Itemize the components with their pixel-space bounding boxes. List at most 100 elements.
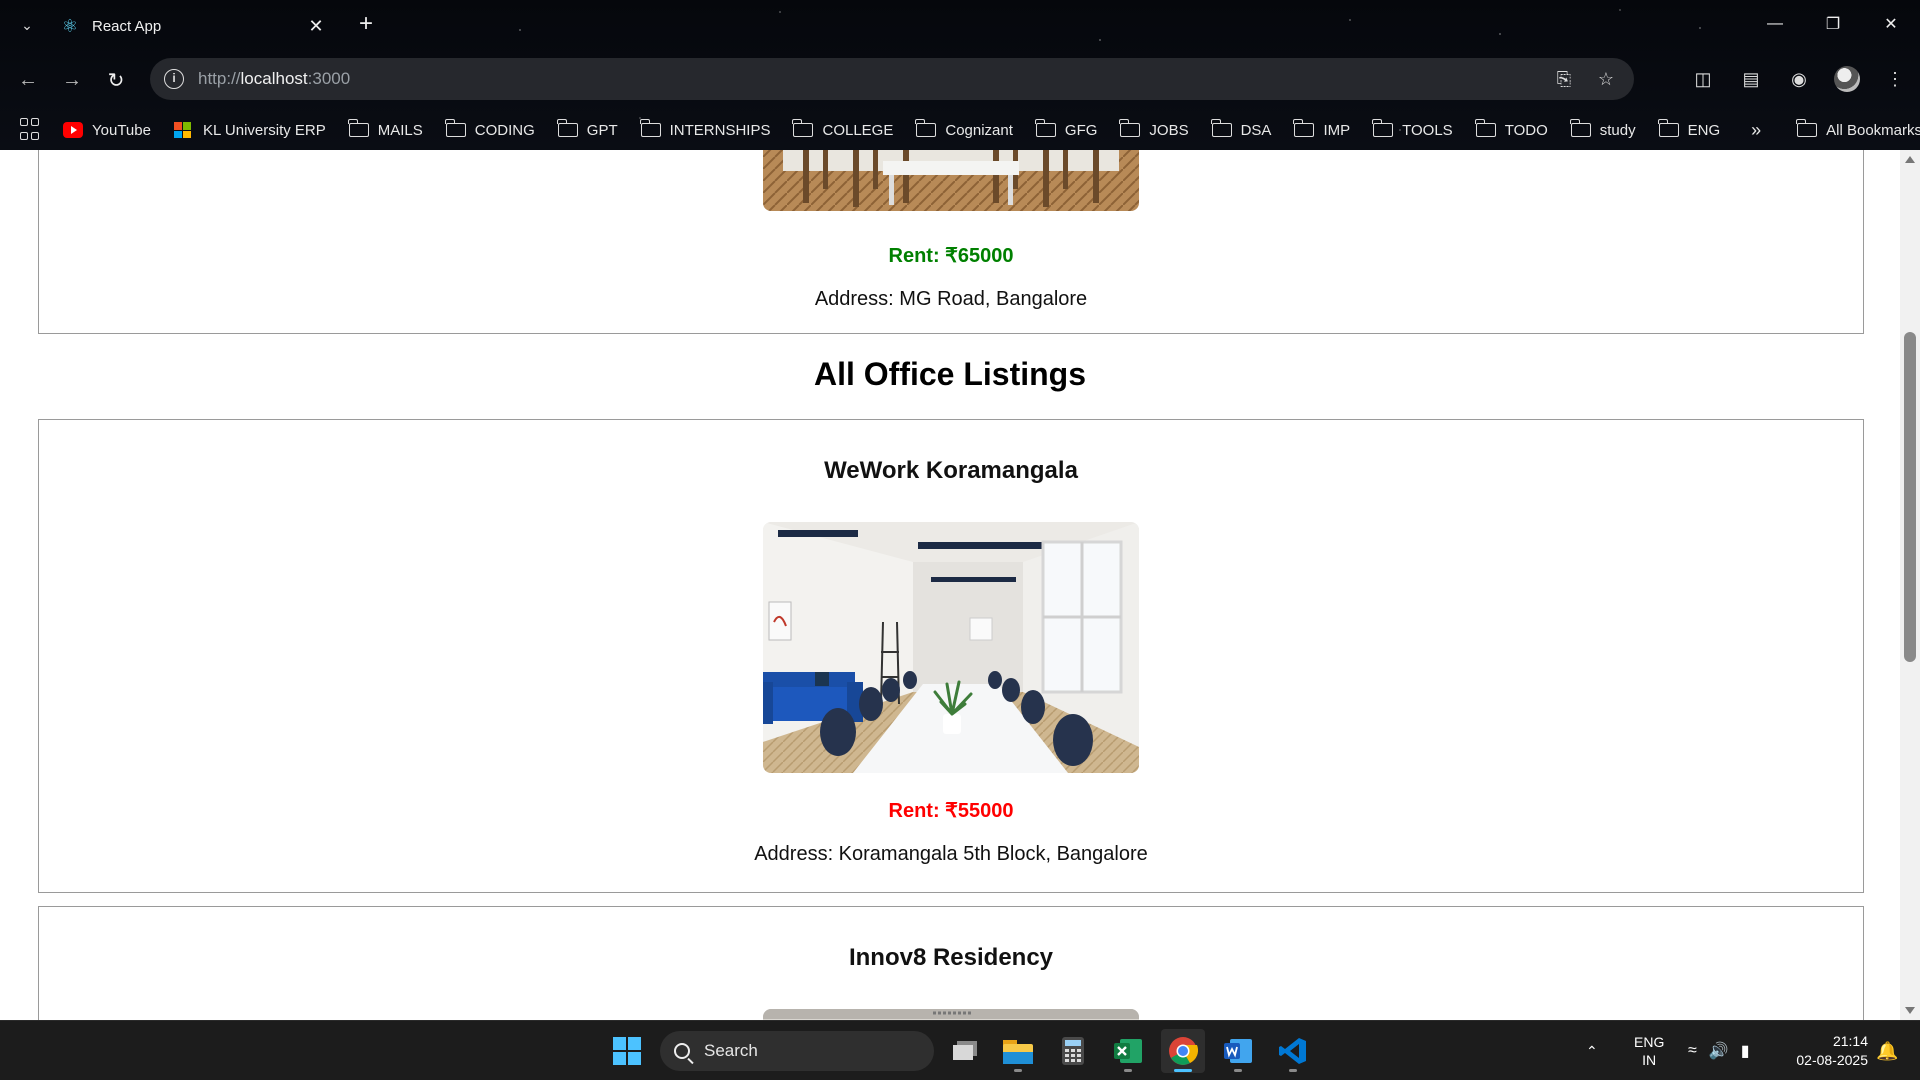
react-logo-icon: ⚛ <box>61 16 79 36</box>
file-explorer-icon <box>1003 1040 1033 1064</box>
bookmark-folder-eng[interactable]: ENG <box>1657 119 1720 139</box>
scrollbar-thumb[interactable] <box>1904 332 1916 662</box>
site-info-icon[interactable]: i <box>164 69 184 89</box>
screenshot-lens-icon[interactable]: ◉ <box>1782 62 1816 96</box>
browser-toolbar: ← → ↻ i http://localhost:3000 ⎘ ☆ ◫ ▤ ◉ … <box>0 56 1920 104</box>
task-view-button[interactable] <box>943 1029 987 1073</box>
tab-react-app[interactable]: ⚛ React App ✕ <box>48 6 338 46</box>
bookmark-folder-jobs[interactable]: JOBS <box>1119 119 1189 139</box>
bookmark-folder-todo[interactable]: TODO <box>1474 119 1548 139</box>
rent-price: Rent: ₹65000 <box>888 245 1014 267</box>
extensions-puzzle-icon[interactable]: ◫ <box>1686 62 1720 96</box>
taskbar-excel[interactable] <box>1106 1029 1150 1073</box>
windows-taskbar: Search ⌃ ENG IN ≈ 🔊 ▮ 21:14 02-08-2025 🔔 <box>0 1020 1920 1080</box>
youtube-icon <box>63 122 83 138</box>
bookmark-folder-gfg[interactable]: GFG <box>1034 119 1097 139</box>
page-viewport: Rent: ₹65000 Address: MG Road, Bangalore… <box>0 150 1900 1020</box>
bookmark-folder-internships[interactable]: INTERNSHIPS <box>639 119 770 139</box>
bookmark-folder-college[interactable]: COLLEGE <box>792 119 893 139</box>
reload-icon[interactable]: ↻ <box>102 66 130 94</box>
vscode-icon <box>1279 1038 1306 1064</box>
windows-logo-icon <box>613 1037 641 1065</box>
bookmark-kl-university-erp[interactable]: KL University ERP <box>173 122 326 139</box>
forward-arrow-icon[interactable]: → <box>58 66 86 94</box>
battery-icon: ▮ <box>1740 1043 1750 1060</box>
bookmark-folder-study[interactable]: study <box>1569 119 1636 139</box>
office-photo <box>763 522 1139 773</box>
browser-chrome: ⌄ ⚛ React App ✕ + — ❐ ✕ ← → ↻ i http://l… <box>0 0 1920 150</box>
calculator-icon <box>1062 1037 1084 1065</box>
microsoft-icon <box>173 122 194 138</box>
office-photo-featured <box>763 150 1139 211</box>
bookmark-star-icon[interactable]: ☆ <box>1592 65 1620 93</box>
folder-icon <box>1657 119 1679 137</box>
install-app-icon[interactable]: ⎘ <box>1550 65 1578 93</box>
url-text[interactable]: http://localhost:3000 <box>198 69 1536 89</box>
folder-icon <box>1474 119 1496 137</box>
task-view-icon <box>953 1041 977 1060</box>
restore-icon[interactable]: ❐ <box>1804 0 1862 48</box>
taskbar-chrome[interactable] <box>1161 1029 1205 1073</box>
clock[interactable]: 21:14 02-08-2025 <box>1786 1021 1868 1080</box>
address-bar[interactable]: i http://localhost:3000 ⎘ ☆ <box>150 58 1634 100</box>
back-arrow-icon[interactable]: ← <box>14 66 42 94</box>
wifi-icon: ≈ <box>1688 1042 1697 1059</box>
minimize-icon[interactable]: — <box>1746 0 1804 48</box>
folder-icon <box>1034 119 1056 137</box>
folder-icon <box>639 119 661 137</box>
address-text: Address: MG Road, Bangalore <box>814 288 1088 310</box>
listing-title: Innov8 Residency <box>848 944 1054 971</box>
all-bookmarks-folder[interactable]: All Bookmarks <box>1796 119 1920 139</box>
word-icon <box>1224 1039 1252 1063</box>
notifications-bell-icon[interactable]: 🔔 <box>1876 1021 1898 1080</box>
bookmark-folder-coding[interactable]: CODING <box>444 119 535 139</box>
scroll-up-arrow-icon[interactable] <box>1905 156 1915 163</box>
page-scrollbar[interactable] <box>1900 150 1920 1020</box>
office-photo <box>763 1009 1139 1020</box>
more-bookmarks-chevron-icon[interactable]: » <box>1751 120 1761 141</box>
bookmark-folder-imp[interactable]: IMP <box>1293 119 1350 139</box>
chrome-icon <box>1169 1037 1198 1065</box>
taskbar-vscode[interactable] <box>1271 1029 1315 1073</box>
tab-close-icon[interactable]: ✕ <box>306 16 326 36</box>
bookmark-folder-gpt[interactable]: GPT <box>556 119 618 139</box>
menu-kebab-icon[interactable]: ⋮ <box>1878 62 1912 96</box>
taskbar-calculator[interactable] <box>1051 1029 1095 1073</box>
bookmark-folder-tools[interactable]: TOOLS <box>1372 119 1453 139</box>
folder-icon <box>915 119 937 137</box>
language-indicator[interactable]: ENG IN <box>1634 1021 1664 1080</box>
tray-overflow-chevron-icon[interactable]: ⌃ <box>1586 1021 1598 1080</box>
listing-card: Innov8 Residency <box>38 906 1864 1020</box>
tab-search-chevron-icon[interactable]: ⌄ <box>14 12 40 38</box>
listing-photo <box>763 522 1139 773</box>
close-window-icon[interactable]: ✕ <box>1862 0 1920 48</box>
section-heading: All Office Listings <box>813 356 1087 392</box>
clock-time: 21:14 <box>1832 1033 1868 1049</box>
bookmarks-bar: YouTube KL University ERP MAILS CODING G… <box>0 110 1920 150</box>
listing-card: WeWork Koramangala Rent: ₹55000 Address:… <box>38 419 1864 893</box>
new-tab-plus-icon[interactable]: + <box>352 10 380 38</box>
tab-strip: ⌄ ⚛ React App ✕ + — ❐ ✕ <box>0 0 1920 52</box>
start-button[interactable] <box>605 1029 649 1073</box>
toolbar-actions: ◫ ▤ ◉ ⋮ <box>1686 62 1912 96</box>
folder-icon <box>1293 119 1315 137</box>
taskbar-word[interactable] <box>1216 1029 1260 1073</box>
profile-avatar[interactable] <box>1834 66 1860 92</box>
system-tray-icons[interactable]: ≈ 🔊 ▮ <box>1688 1021 1750 1080</box>
taskbar-search[interactable]: Search <box>660 1031 934 1071</box>
folder-icon <box>1796 119 1818 137</box>
folder-icon <box>556 119 578 137</box>
bookmark-folder-mails[interactable]: MAILS <box>347 119 423 139</box>
reading-list-icon[interactable]: ▤ <box>1734 62 1768 96</box>
bookmark-youtube[interactable]: YouTube <box>63 122 151 139</box>
excel-icon <box>1114 1039 1142 1063</box>
taskbar-file-explorer[interactable] <box>996 1029 1040 1073</box>
rent-price: Rent: ₹55000 <box>888 800 1014 822</box>
listing-photo-featured <box>763 150 1139 211</box>
folder-icon <box>347 119 369 137</box>
bookmark-folder-cognizant[interactable]: Cognizant <box>915 119 1013 139</box>
bookmark-folder-dsa[interactable]: DSA <box>1210 119 1271 139</box>
scroll-down-arrow-icon[interactable] <box>1905 1007 1915 1014</box>
apps-grid-icon[interactable] <box>20 118 39 142</box>
folder-icon <box>792 119 814 137</box>
